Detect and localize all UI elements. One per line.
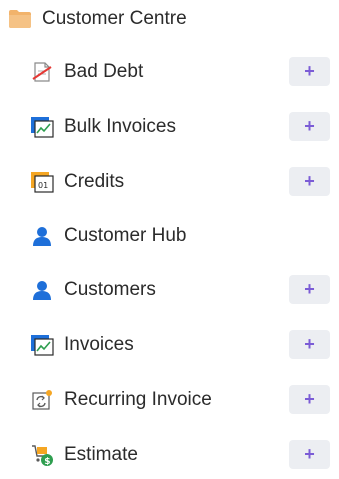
add-bad-debt-button[interactable]: + <box>289 57 330 86</box>
add-customers-button[interactable]: + <box>289 275 330 304</box>
add-credits-button[interactable]: + <box>289 167 330 196</box>
list-item-bulk-invoices[interactable]: Bulk Invoices + <box>0 107 339 147</box>
list-item-estimate[interactable]: $ Estimate + <box>0 435 339 475</box>
list-item-label: Bad Debt <box>64 61 144 82</box>
customer-centre-panel: Customer Centre Bad Debt + Bulk Invoices… <box>0 0 339 479</box>
svg-text:$: $ <box>44 457 50 467</box>
list-item-invoices[interactable]: Invoices + <box>0 325 339 365</box>
recurring-invoice-icon <box>30 388 54 412</box>
folder-icon <box>8 9 32 29</box>
customer-centre-title: Customer Centre <box>42 8 187 29</box>
list-item-label: Estimate <box>64 444 138 465</box>
bad-debt-icon <box>30 60 54 84</box>
list-item-customers[interactable]: Customers + <box>0 270 339 310</box>
credits-icon: 01 <box>30 170 54 194</box>
add-estimate-button[interactable]: + <box>289 440 330 469</box>
customer-centre-header[interactable]: Customer Centre <box>8 4 187 34</box>
list-item-label: Customer Hub <box>64 225 187 246</box>
list-item-label: Invoices <box>64 334 134 355</box>
add-bulk-invoices-button[interactable]: + <box>289 112 330 141</box>
estimate-icon: $ <box>30 443 54 467</box>
list-item-label: Bulk Invoices <box>64 116 176 137</box>
add-invoices-button[interactable]: + <box>289 330 330 359</box>
add-recurring-invoice-button[interactable]: + <box>289 385 330 414</box>
customer-hub-icon <box>30 224 54 248</box>
list-item-bad-debt[interactable]: Bad Debt + <box>0 52 339 92</box>
list-item-credits[interactable]: 01 Credits + <box>0 162 339 202</box>
list-item-customer-hub[interactable]: Customer Hub <box>0 216 339 256</box>
list-item-label: Credits <box>64 171 125 192</box>
bulk-invoices-icon <box>30 115 54 139</box>
list-item-label: Customers <box>64 279 156 300</box>
list-item-recurring-invoice[interactable]: Recurring Invoice + <box>0 380 339 420</box>
invoices-icon <box>30 333 54 357</box>
list-item-label: Recurring Invoice <box>64 389 212 410</box>
customers-icon <box>30 278 54 302</box>
svg-text:01: 01 <box>38 181 48 190</box>
